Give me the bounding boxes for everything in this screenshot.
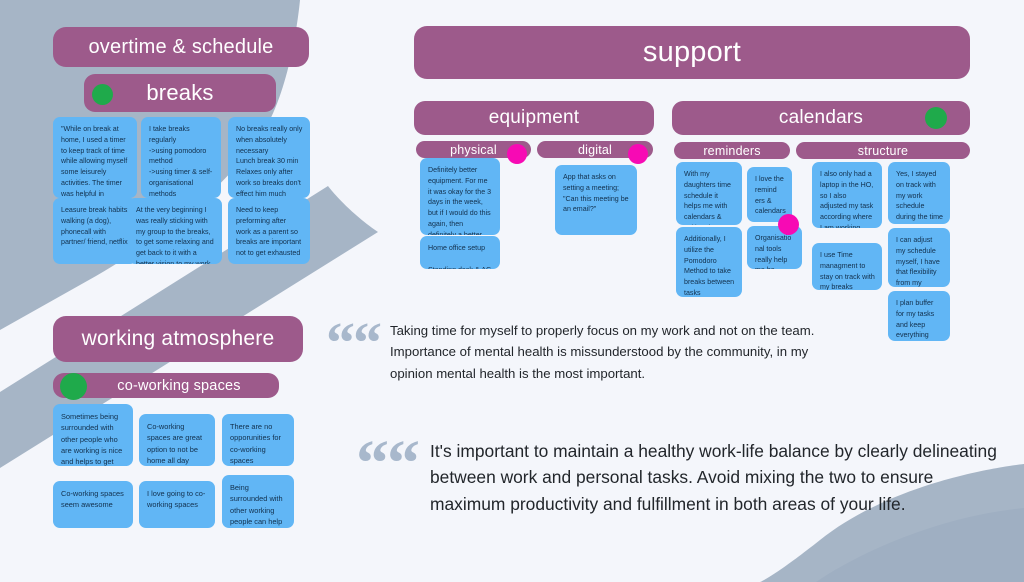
tab-structure[interactable]: structure bbox=[796, 142, 970, 159]
sticky-note[interactable]: Additionally, I utilize the Pomodoro Met… bbox=[676, 227, 742, 297]
magenta-dot-icon-physical bbox=[507, 144, 527, 164]
green-dot-icon-calendars bbox=[925, 107, 947, 129]
magenta-dot-icon-digital bbox=[628, 144, 648, 164]
sticky-note[interactable]: Co-working spaces seem awesome bbox=[53, 481, 133, 528]
sticky-note[interactable]: App that asks on setting a meeting; "Can… bbox=[555, 165, 637, 235]
tab-physical-label: physical bbox=[450, 142, 497, 157]
sticky-note[interactable]: There are no opporunities for co-working… bbox=[222, 414, 294, 466]
sticky-note[interactable]: I use Time managment to stay on track wi… bbox=[812, 243, 882, 290]
sticky-note[interactable]: Leasure break habits; walking (a dog), p… bbox=[53, 198, 137, 264]
tab-digital-label: digital bbox=[577, 142, 613, 157]
section-header-working-atmosphere[interactable]: working atmosphere bbox=[53, 316, 303, 362]
sticky-note[interactable]: With my daughters time schedule it helps… bbox=[676, 162, 742, 225]
decor-shape-bottom-right-2 bbox=[816, 508, 1024, 582]
green-dot-icon-breaks bbox=[92, 84, 113, 105]
section-header-support-label: support bbox=[642, 36, 742, 68]
subsection-header-breaks-label: breaks bbox=[146, 80, 214, 105]
subsection-header-calendars-label: calendars bbox=[778, 107, 864, 128]
quote-mark-icon: ““ bbox=[356, 427, 420, 500]
sticky-note[interactable]: Being surrounded with other working peop… bbox=[222, 475, 294, 528]
sticky-note[interactable]: At the very beginning I was really stick… bbox=[128, 198, 222, 264]
quote-block-2: ““ It's important to maintain a healthy … bbox=[356, 427, 1010, 517]
sticky-note[interactable]: Need to keep preforming after work as a … bbox=[228, 198, 310, 264]
sticky-note[interactable]: I also only had a laptop in the HO, so I… bbox=[812, 162, 882, 228]
subsection-header-equipment-label: equipment bbox=[488, 107, 580, 128]
sticky-note[interactable]: Home office setup Standing desk & AC bbox=[420, 236, 500, 269]
subsection-header-coworking-label: co-working spaces bbox=[117, 377, 241, 394]
section-header-overtime[interactable]: overtime & schedule bbox=[53, 27, 309, 67]
subsection-header-equipment[interactable]: equipment bbox=[414, 101, 654, 135]
sticky-note[interactable]: No breaks really only when absolutely ne… bbox=[228, 117, 310, 198]
sticky-note[interactable]: Co-working spaces are great option to no… bbox=[139, 414, 215, 466]
whiteboard-canvas: overtime & schedule breaks "While on bre… bbox=[0, 0, 1024, 582]
quote-mark-icon: ““ bbox=[326, 310, 382, 375]
tab-reminders-label: reminders bbox=[703, 143, 761, 158]
sticky-note[interactable]: I can adjust my schedule myself, I have … bbox=[888, 228, 950, 287]
quote-text: It's important to maintain a healthy wor… bbox=[430, 441, 997, 514]
quote-block-1: ““ Taking time for myself to properly fo… bbox=[326, 310, 850, 384]
green-dot-icon-coworking bbox=[60, 373, 87, 400]
section-header-working-atmosphere-label: working atmosphere bbox=[81, 327, 275, 350]
sticky-note[interactable]: Definitely better equipment. For me it w… bbox=[420, 158, 500, 235]
sticky-note[interactable]: Sometimes being surrounded with other pe… bbox=[53, 404, 133, 466]
tab-structure-label: structure bbox=[857, 143, 909, 158]
sticky-note[interactable]: I love going to co-working spaces bbox=[139, 481, 215, 528]
magenta-dot-icon-reminders bbox=[778, 214, 799, 235]
section-header-support[interactable]: support bbox=[414, 26, 970, 79]
tab-reminders[interactable]: reminders bbox=[674, 142, 790, 159]
sticky-note[interactable]: Yes, I stayed on track with my work sche… bbox=[888, 162, 950, 224]
sticky-note[interactable]: I take breaks regularly ->using pomodoro… bbox=[141, 117, 221, 198]
section-header-overtime-label: overtime & schedule bbox=[88, 35, 274, 58]
sticky-note[interactable]: "While on break at home, I used a timer … bbox=[53, 117, 137, 198]
quote-text: Taking time for myself to properly focus… bbox=[390, 323, 815, 381]
sticky-note[interactable]: I plan buffer for my tasks and keep ever… bbox=[888, 291, 950, 341]
